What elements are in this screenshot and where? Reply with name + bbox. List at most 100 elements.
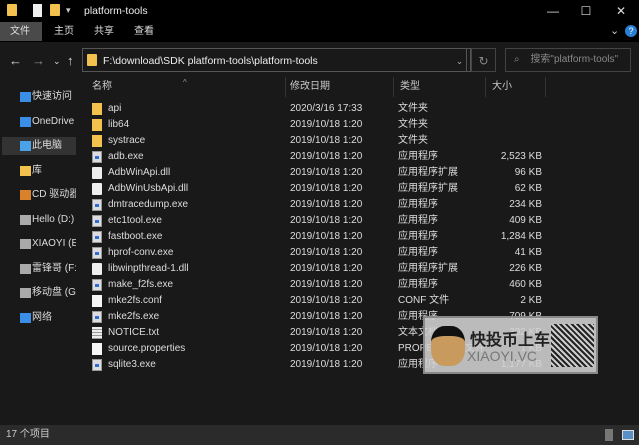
watermark-slogan: 快投币上车	[470, 332, 551, 349]
minimize-button[interactable]: —	[538, 2, 568, 20]
address-dropdown-button[interactable]: ⌄	[449, 48, 471, 72]
sidebar-item-label: 雷锋哥 (F:)	[32, 262, 76, 274]
sidebar-item[interactable]: CD 驱动器	[2, 186, 76, 204]
file-date: 2019/10/18 1:20	[290, 295, 363, 306]
file-size: 460 KB	[509, 279, 542, 290]
sidebar-item-label: 移动盘 (G:)	[32, 287, 76, 298]
column-size[interactable]: 大小	[486, 77, 546, 97]
file-row[interactable]: etc1tool.exe 2019/10/18 1:20 应用程序 409 KB	[78, 213, 558, 229]
application-icon	[92, 151, 102, 163]
computer-icon	[20, 141, 31, 151]
file-name: api	[108, 103, 122, 114]
file-type: 文件夹	[398, 103, 428, 114]
file-row[interactable]: make_f2fs.exe 2019/10/18 1:20 应用程序 460 KB	[78, 277, 558, 293]
search-placeholder: 搜索"platform-tools"	[530, 54, 619, 65]
sidebar-item[interactable]: 移动盘 (G:)	[2, 284, 76, 302]
customize-quick-access-icon[interactable]: ▾	[66, 5, 71, 16]
file-name: dmtracedump.exe	[108, 199, 189, 210]
forward-button[interactable]: →	[32, 53, 45, 68]
address-bar[interactable]: F:\download\SDK platform-tools\platform-…	[82, 48, 467, 72]
file-row[interactable]: AdbWinApi.dll 2019/10/18 1:20 应用程序扩展 96 KB	[78, 165, 558, 181]
file-name: mke2fs.exe	[108, 311, 160, 322]
refresh-button[interactable]: ↻	[471, 48, 496, 72]
file-date: 2019/10/18 1:20	[290, 231, 363, 242]
file-row[interactable]: api 2020/3/16 17:33 文件夹	[78, 101, 558, 117]
tab-home[interactable]: 主页	[44, 22, 84, 41]
file-row[interactable]: mke2fs.conf 2019/10/18 1:20 CONF 文件 2 KB	[78, 293, 558, 309]
file-type: 文件夹	[398, 135, 428, 146]
file-name: systrace	[108, 135, 146, 146]
tab-file[interactable]: 文件	[0, 22, 42, 41]
application-icon	[92, 199, 102, 211]
watermark: 快投币上车 XIAOYI.VC	[423, 316, 598, 374]
file-name: sqlite3.exe	[108, 359, 156, 370]
sidebar-item[interactable]: 雷锋哥 (F:)	[2, 260, 76, 278]
sidebar-item[interactable]: 此电脑	[2, 137, 76, 155]
file-row[interactable]: systrace 2019/10/18 1:20 文件夹	[78, 133, 558, 149]
file-row[interactable]: fastboot.exe 2019/10/18 1:20 应用程序 1,284 KB	[78, 229, 558, 245]
file-date: 2019/10/18 1:20	[290, 183, 363, 194]
file-date: 2019/10/18 1:20	[290, 135, 363, 146]
file-row[interactable]: dmtracedump.exe 2019/10/18 1:20 应用程序 234 KB	[78, 197, 558, 213]
address-path[interactable]: F:\download\SDK platform-tools\platform-…	[103, 55, 318, 67]
file-name: adb.exe	[108, 151, 144, 162]
large-icons-view-icon[interactable]	[622, 430, 634, 440]
file-row[interactable]: hprof-conv.exe 2019/10/18 1:20 应用程序 41 KB	[78, 245, 558, 261]
folder-icon	[92, 135, 102, 147]
file-name: libwinpthread-1.dll	[108, 263, 189, 274]
maximize-button[interactable]: ☐	[571, 2, 601, 20]
file-name: fastboot.exe	[108, 231, 163, 242]
sidebar-item[interactable]: Hello (D:)	[2, 211, 76, 229]
file-name: lib64	[108, 119, 130, 130]
properties-icon[interactable]	[33, 4, 42, 17]
file-row[interactable]: adb.exe 2019/10/18 1:20 应用程序 2,523 KB	[78, 149, 558, 165]
drive-icon	[20, 239, 31, 249]
column-type[interactable]: 类型	[394, 77, 486, 97]
sidebar-item-label: Hello (D:)	[32, 213, 75, 225]
file-size: 1,284 KB	[500, 231, 542, 242]
search-icon: ⌕	[514, 54, 520, 65]
search-input[interactable]: ⌕ 搜索"platform-tools"	[505, 48, 631, 72]
file-date: 2019/10/18 1:20	[290, 279, 363, 290]
application-icon	[92, 247, 102, 259]
file-date: 2019/10/18 1:20	[290, 343, 363, 354]
file-date: 2019/10/18 1:20	[290, 215, 363, 226]
file-type: 应用程序	[398, 215, 438, 226]
file-row[interactable]: AdbWinUsbApi.dll 2019/10/18 1:20 应用程序扩展 62 …	[78, 181, 558, 197]
sidebar-item[interactable]: 快速访问	[2, 88, 76, 106]
sidebar-item[interactable]: 库	[2, 162, 76, 180]
sidebar-item[interactable]: OneDrive	[2, 113, 76, 131]
folder-icon	[92, 103, 102, 115]
up-button[interactable]: ↑	[67, 53, 74, 68]
library-icon	[20, 165, 31, 176]
help-icon[interactable]: ?	[625, 25, 637, 37]
sidebar-item[interactable]: 网络	[2, 309, 76, 327]
window-title: platform-tools	[84, 5, 148, 17]
recent-locations-button[interactable]: ⌄	[53, 56, 61, 67]
title-bar: ▾ platform-tools — ☐ ✕	[0, 0, 639, 22]
status-bar: 17 个项目	[0, 425, 639, 445]
file-row[interactable]: libwinpthread-1.dll 2019/10/18 1:20 应用程序扩展…	[78, 261, 558, 277]
file-name: source.properties	[108, 343, 186, 354]
file-type: 应用程序	[398, 199, 438, 210]
sidebar-item-label: OneDrive	[32, 115, 75, 127]
back-button[interactable]: ←	[9, 53, 22, 68]
application-icon	[92, 359, 102, 371]
tab-view[interactable]: 查看	[124, 22, 164, 41]
file-row[interactable]: lib64 2019/10/18 1:20 文件夹	[78, 117, 558, 133]
file-date: 2019/10/18 1:20	[290, 247, 363, 258]
column-date[interactable]: 修改日期	[284, 77, 394, 97]
file-date: 2019/10/18 1:20	[290, 151, 363, 162]
folder-icon	[7, 4, 17, 16]
file-size: 96 KB	[514, 167, 542, 178]
new-folder-icon[interactable]	[50, 4, 60, 16]
details-view-icon[interactable]	[605, 429, 613, 441]
close-button[interactable]: ✕	[606, 2, 636, 20]
file-type: 文件夹	[398, 119, 428, 130]
file-name: make_f2fs.exe	[108, 279, 174, 290]
file-type: 应用程序	[398, 279, 438, 290]
expand-ribbon-icon[interactable]: ⌄	[610, 24, 619, 37]
file-name: etc1tool.exe	[108, 215, 162, 226]
tab-share[interactable]: 共享	[84, 22, 124, 41]
sidebar-item[interactable]: XIAOYI (E:)	[2, 235, 76, 253]
